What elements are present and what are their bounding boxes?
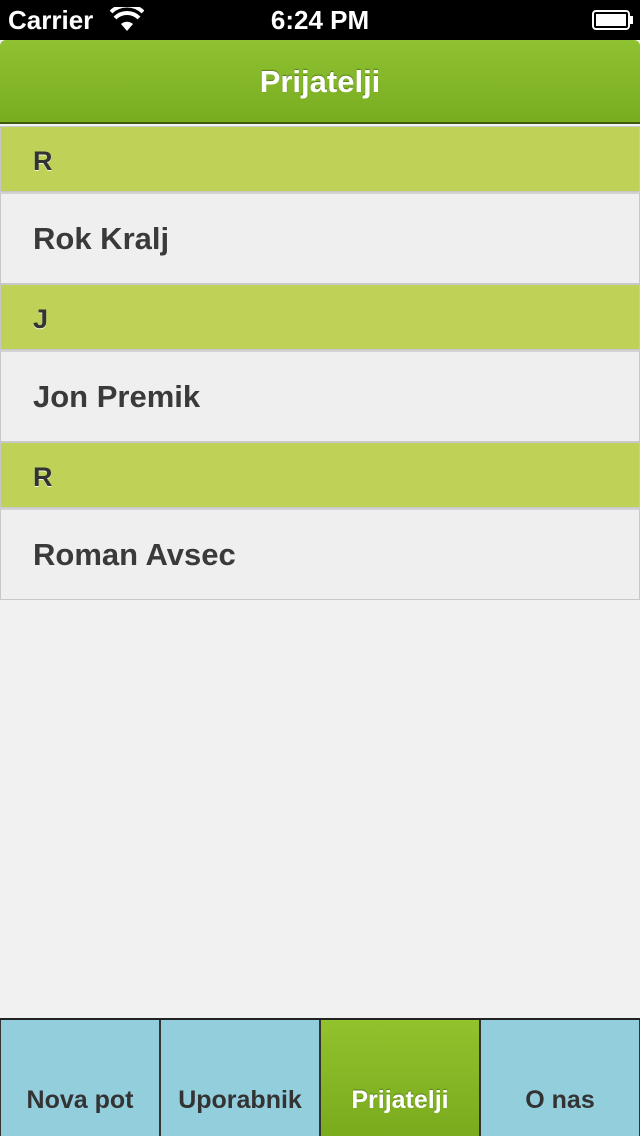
tab-bar: Nova pot Uporabnik Prijatelji O nas — [0, 1018, 640, 1136]
section-header-label: R — [33, 146, 53, 176]
tab-label: Nova pot — [26, 1086, 134, 1114]
status-bar: Carrier 6:24 PM — [0, 0, 640, 40]
friends-list: R Rok Kralj J Jon Premik R Roman Avsec — [0, 126, 640, 600]
friend-row-roman-avsec[interactable]: Roman Avsec — [0, 508, 640, 600]
section-header-r: R — [0, 126, 640, 192]
tab-nova-pot[interactable]: Nova pot — [0, 1020, 160, 1136]
section-header-label: J — [33, 304, 49, 334]
battery-icon — [592, 10, 633, 30]
tab-uporabnik[interactable]: Uporabnik — [160, 1020, 320, 1136]
screen: Carrier 6:24 PM Prijatelji R Rok Kralj J… — [0, 0, 640, 1136]
friend-name: Roman Avsec — [33, 537, 236, 572]
section-header-j: J — [0, 284, 640, 350]
friend-name: Rok Kralj — [33, 221, 170, 256]
friend-row-rok-kralj[interactable]: Rok Kralj — [0, 192, 640, 284]
tab-prijatelji[interactable]: Prijatelji — [320, 1020, 480, 1136]
tab-label: O nas — [525, 1086, 595, 1114]
section-header-r-2: R — [0, 442, 640, 508]
tab-label: Uporabnik — [178, 1086, 302, 1114]
tab-o-nas[interactable]: O nas — [480, 1020, 640, 1136]
section-header-label: R — [33, 462, 53, 492]
status-time: 6:24 PM — [270, 5, 370, 35]
friend-row-jon-premik[interactable]: Jon Premik — [0, 350, 640, 442]
tab-label: Prijatelji — [351, 1086, 449, 1114]
navigation-bar: Prijatelji — [0, 40, 640, 124]
friend-name: Jon Premik — [33, 379, 201, 414]
page-title: Prijatelji — [259, 64, 381, 99]
